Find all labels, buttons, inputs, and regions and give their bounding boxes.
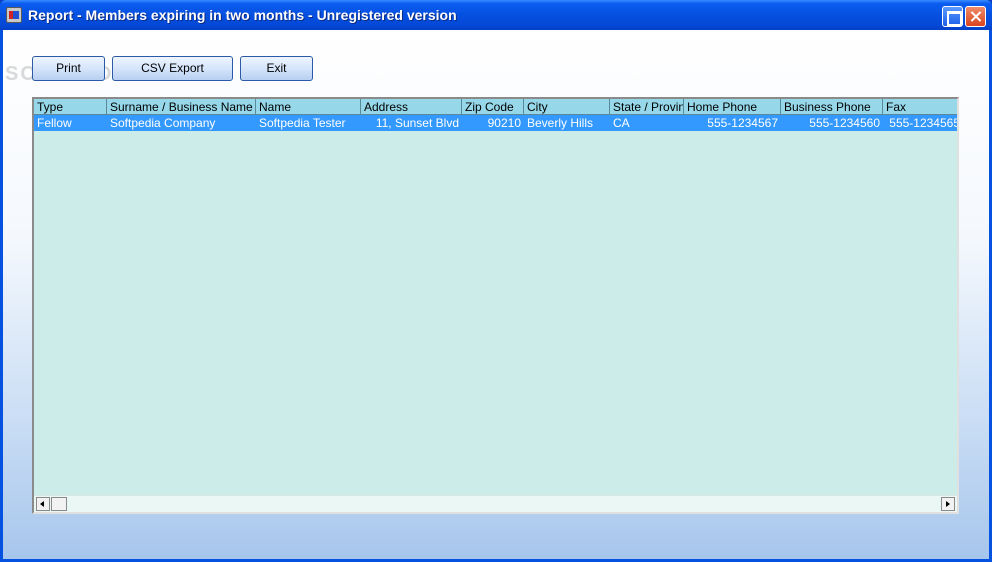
cell-fax: 555-1234565: [889, 116, 959, 130]
cell-surname: Softpedia Company: [110, 116, 216, 130]
report-grid[interactable]: Type Surname / Business Name Name Addres…: [32, 97, 959, 514]
cell-name: Softpedia Tester: [259, 116, 346, 130]
column-header-state[interactable]: State / Province: [610, 99, 684, 115]
window-title: Report - Members expiring in two months …: [28, 7, 457, 23]
column-header-fax[interactable]: Fax: [883, 99, 957, 115]
table-row[interactable]: Fellow Softpedia Company Softpedia Teste…: [34, 115, 957, 131]
column-header-surname[interactable]: Surname / Business Name: [107, 99, 256, 115]
app-icon: [6, 7, 22, 23]
horizontal-scrollbar[interactable]: [34, 495, 957, 512]
column-header-type[interactable]: Type: [34, 99, 107, 115]
column-header-city[interactable]: City: [524, 99, 610, 115]
cell-state: CA: [613, 116, 630, 130]
print-button-label: Print: [56, 61, 81, 75]
column-header-business-phone[interactable]: Business Phone: [781, 99, 883, 115]
exit-button[interactable]: Exit: [240, 56, 313, 81]
print-button[interactable]: Print: [32, 56, 105, 81]
scroll-right-arrow-icon[interactable]: [941, 497, 955, 511]
maximize-button[interactable]: [942, 6, 963, 27]
title-bar[interactable]: Report - Members expiring in two months …: [0, 0, 992, 30]
scroll-left-arrow-icon[interactable]: [36, 497, 50, 511]
close-button[interactable]: [965, 6, 986, 27]
column-header-address[interactable]: Address: [361, 99, 462, 115]
cell-address: 11, Sunset Blvd: [375, 116, 459, 130]
scrollbar-thumb[interactable]: [51, 497, 67, 511]
column-header-name[interactable]: Name: [256, 99, 361, 115]
client-area: SOFTPEDIA Print CSV Export Exit Type Sur…: [3, 30, 989, 559]
cell-business-phone: 555-1234560: [809, 116, 880, 130]
column-header-home-phone[interactable]: Home Phone: [684, 99, 781, 115]
csv-export-button-label: CSV Export: [141, 61, 204, 75]
cell-home-phone: 555-1234567: [707, 116, 778, 130]
grid-header: Type Surname / Business Name Name Addres…: [34, 99, 957, 115]
csv-export-button[interactable]: CSV Export: [112, 56, 233, 81]
report-window: Report - Members expiring in two months …: [0, 0, 992, 562]
cell-zip-code: 90210: [487, 116, 521, 130]
cell-city: Beverly Hills: [527, 116, 594, 130]
exit-button-label: Exit: [266, 61, 287, 75]
cell-type: Fellow: [37, 116, 72, 130]
column-header-zip-code[interactable]: Zip Code: [462, 99, 524, 115]
